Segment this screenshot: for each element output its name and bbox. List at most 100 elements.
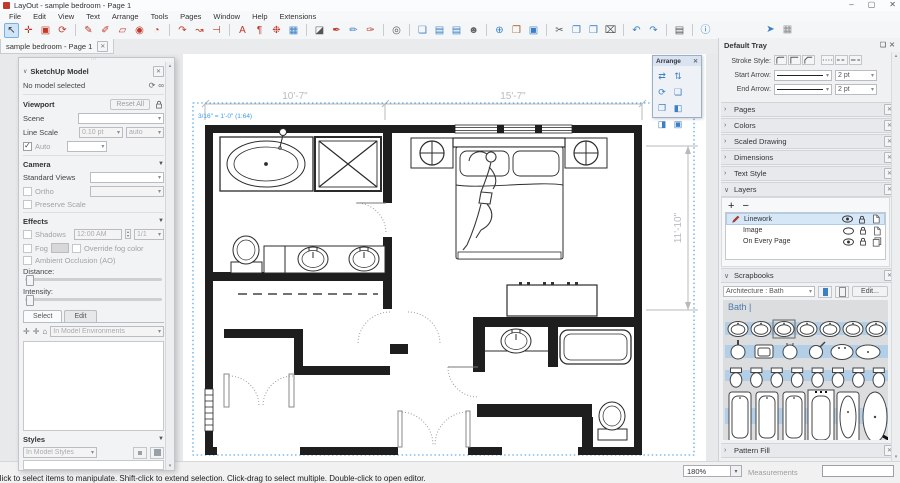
tray-section-text-style[interactable]: ›Text Style✕ bbox=[721, 166, 898, 181]
add-layer-button[interactable]: + bbox=[728, 200, 734, 212]
account-icon[interactable]: ☻ bbox=[466, 23, 481, 38]
eyedropper-icon[interactable]: ✒ bbox=[329, 23, 344, 38]
menu-pages[interactable]: Pages bbox=[174, 12, 207, 21]
info-icon[interactable]: ⓘ bbox=[698, 23, 713, 38]
freehand-tool-icon[interactable]: ✐ bbox=[98, 23, 113, 38]
grid-icon[interactable]: ▦ bbox=[780, 22, 795, 37]
select-tool-icon[interactable]: ↖ bbox=[4, 23, 19, 38]
add-page-icon[interactable]: ❏ bbox=[415, 23, 430, 38]
label-tool-icon[interactable]: ¶ bbox=[252, 23, 267, 38]
tab-close-icon[interactable]: ✕ bbox=[97, 41, 108, 52]
pen-icon[interactable]: ✏ bbox=[346, 23, 361, 38]
layer-row-linework[interactable]: Linework bbox=[726, 213, 885, 225]
highlighter-icon[interactable]: ✑ bbox=[363, 23, 378, 38]
shadows-checkbox[interactable] bbox=[23, 230, 32, 239]
panel-close-icon[interactable]: ✕ bbox=[153, 66, 164, 77]
close-window-button[interactable]: ✕ bbox=[889, 0, 896, 9]
menu-edit[interactable]: Edit bbox=[27, 12, 52, 21]
menu-arrange[interactable]: Arrange bbox=[106, 12, 145, 21]
auto-checkbox[interactable] bbox=[23, 142, 32, 151]
zoom-dropdown-icon[interactable]: ▾ bbox=[731, 465, 742, 477]
send-backward-icon[interactable]: ❐ bbox=[655, 101, 669, 115]
print-icon[interactable]: ▤ bbox=[672, 23, 687, 38]
tray-scrollbar[interactable]: ▴ ▾ bbox=[891, 52, 900, 461]
rotate-view-icon[interactable]: ⟳ bbox=[55, 23, 70, 38]
zoom-level-select[interactable]: 180% bbox=[683, 465, 731, 477]
menu-view[interactable]: View bbox=[52, 12, 80, 21]
stroke-corner-round-icon[interactable] bbox=[774, 55, 787, 65]
collapse-triangle-icon[interactable]: ▼ bbox=[158, 218, 164, 224]
viewport-icon[interactable]: ◎ bbox=[389, 23, 404, 38]
pan-environment-icon[interactable]: ✛ bbox=[23, 327, 30, 336]
line-tool-icon[interactable]: ✎ bbox=[81, 23, 96, 38]
delete-icon[interactable]: ⌧ bbox=[603, 23, 618, 38]
environments-list[interactable] bbox=[23, 341, 164, 431]
ortho-checkbox[interactable] bbox=[23, 187, 32, 196]
menu-extensions[interactable]: Extensions bbox=[274, 12, 323, 21]
stroke-corner-miter-icon[interactable] bbox=[788, 55, 801, 65]
intensity-slider-thumb[interactable] bbox=[26, 295, 34, 306]
table-tool-icon[interactable]: ▦ bbox=[286, 23, 301, 38]
end-arrow-size-dropdown[interactable]: 2 pt▾ bbox=[835, 84, 877, 95]
reset-all-button[interactable]: Reset All bbox=[110, 99, 150, 110]
styles-list[interactable] bbox=[23, 460, 164, 470]
stroke-dash-short-icon[interactable] bbox=[835, 55, 848, 65]
standard-views-dropdown[interactable]: ▾ bbox=[90, 172, 164, 183]
stroke-corner-bevel-icon[interactable] bbox=[802, 55, 815, 65]
start-presentation-icon[interactable]: ➤ bbox=[763, 22, 778, 37]
document-icon[interactable]: ▤ bbox=[432, 23, 447, 38]
distance-slider[interactable] bbox=[25, 278, 162, 281]
page-icon[interactable] bbox=[870, 214, 881, 224]
scrapbook-page-button[interactable] bbox=[818, 286, 832, 298]
erase-style-icon[interactable]: ❉ bbox=[269, 23, 284, 38]
chevron-down-icon[interactable]: ∨ bbox=[23, 68, 27, 75]
tab-sample-bedroom-page1[interactable]: sample bedroom - Page 1 ✕ bbox=[0, 39, 114, 54]
zoom-in-icon[interactable]: ⊕ bbox=[492, 23, 507, 38]
tab-select[interactable]: Select bbox=[23, 310, 62, 322]
flip-vertical-icon[interactable]: ⇅ bbox=[671, 69, 685, 83]
start-arrow-size-dropdown[interactable]: 2 pt▾ bbox=[835, 70, 877, 81]
time-spinner[interactable]: ▴▾ bbox=[125, 229, 131, 239]
lock-icon[interactable] bbox=[857, 226, 868, 235]
line-scale-dropdown[interactable]: 0.10 pt▾ bbox=[79, 127, 123, 138]
styles-large-view-button[interactable] bbox=[150, 447, 164, 459]
lock-icon[interactable] bbox=[856, 215, 867, 224]
lock-icon[interactable] bbox=[857, 237, 868, 246]
stroke-dash-dot-icon[interactable] bbox=[821, 55, 834, 65]
pan-tool-icon[interactable]: ✛ bbox=[21, 23, 36, 38]
menu-text[interactable]: Text bbox=[80, 12, 106, 21]
tray-section-colors[interactable]: ›Colors✕ bbox=[721, 118, 898, 133]
end-arrow-dropdown[interactable]: ▾ bbox=[774, 84, 832, 95]
refresh-icon[interactable]: ⟳ bbox=[149, 81, 156, 90]
shadow-date-dropdown[interactable]: 1/1▾ bbox=[134, 229, 164, 240]
scene-dropdown[interactable]: ▾ bbox=[78, 113, 164, 124]
ortho-scale-dropdown[interactable]: ▾ bbox=[90, 186, 164, 197]
page-icon[interactable] bbox=[871, 226, 882, 236]
tray-section-layers[interactable]: ∨ Layers ✕ bbox=[721, 182, 898, 197]
layer-row-on-every-page[interactable]: On Every Page bbox=[726, 236, 885, 247]
rotate-icon[interactable]: ⟳ bbox=[655, 85, 669, 99]
line-scale-mode-dropdown[interactable]: auto▾ bbox=[126, 127, 164, 138]
link-icon[interactable]: ∞ bbox=[158, 81, 164, 90]
scroll-down-icon[interactable]: ▾ bbox=[895, 454, 898, 460]
auto-dropdown[interactable]: ▾ bbox=[67, 141, 107, 152]
fog-checkbox[interactable] bbox=[23, 244, 32, 253]
scroll-up-icon[interactable]: ▴ bbox=[895, 53, 898, 59]
arrange-palette-titlebar[interactable]: Arrange ✕ bbox=[653, 56, 701, 66]
zoom-window-icon[interactable]: ▣ bbox=[38, 23, 53, 38]
center-icon[interactable]: ▣ bbox=[671, 117, 685, 131]
save-icon[interactable]: ▣ bbox=[526, 23, 541, 38]
eye-icon[interactable] bbox=[842, 215, 853, 223]
distance-slider-thumb[interactable] bbox=[26, 275, 34, 286]
warehouse-icon[interactable]: ❒ bbox=[509, 23, 524, 38]
intensity-slider[interactable] bbox=[25, 298, 162, 301]
circle-tool-icon[interactable]: ◉ bbox=[132, 23, 147, 38]
ao-checkbox[interactable] bbox=[23, 256, 32, 265]
split-tool-icon[interactable]: ⊣ bbox=[209, 23, 224, 38]
bath-symbols[interactable] bbox=[725, 316, 888, 440]
remove-layer-button[interactable]: − bbox=[742, 200, 748, 212]
lock-icon[interactable] bbox=[153, 100, 164, 109]
collapse-triangle-icon[interactable]: ▼ bbox=[158, 436, 164, 442]
styles-small-view-button[interactable] bbox=[133, 447, 147, 459]
presentation-doc-icon[interactable]: ▤ bbox=[449, 23, 464, 38]
